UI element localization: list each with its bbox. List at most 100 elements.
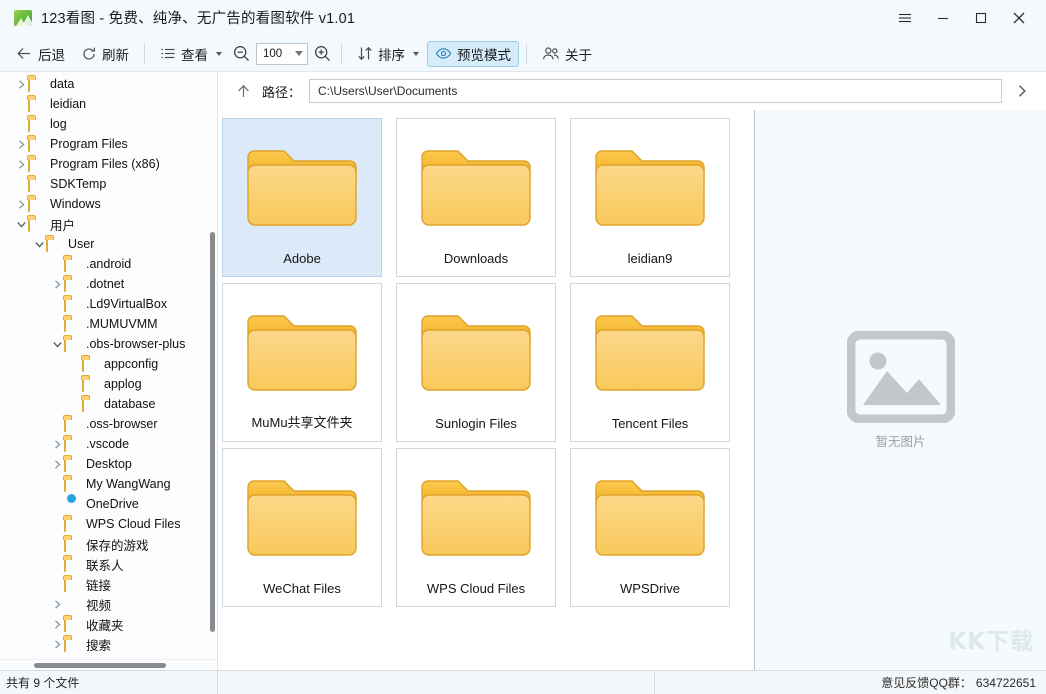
file-tile[interactable]: WPS Cloud Files — [396, 448, 556, 607]
tree-item-appconfig[interactable]: appconfig — [0, 354, 217, 374]
chevron-right-icon[interactable] — [50, 594, 64, 614]
chevron-right-icon[interactable] — [50, 274, 64, 294]
close-icon[interactable] — [1000, 0, 1038, 36]
twisty-empty — [50, 534, 64, 554]
back-button[interactable]: 后退 — [8, 41, 73, 67]
file-tile[interactable]: Tencent Files — [570, 283, 730, 442]
tree-item-database[interactable]: database — [0, 394, 217, 414]
sidebar-horizontal-scrollbar[interactable] — [0, 659, 217, 670]
chevron-right-icon[interactable] — [50, 634, 64, 654]
chevron-down-icon[interactable] — [216, 51, 222, 56]
tree-item-联系人[interactable]: 联系人 — [0, 554, 217, 574]
chevron-down-icon[interactable] — [413, 51, 419, 56]
tree-item-WPS Cloud Files[interactable]: WPS Cloud Files — [0, 514, 217, 534]
toolbar-separator-2 — [341, 43, 342, 64]
tree-item-链接[interactable]: 链接 — [0, 574, 217, 594]
folder-icon — [64, 516, 80, 532]
tree-item-leidian[interactable]: leidian — [0, 94, 217, 114]
file-tile[interactable]: Downloads — [396, 118, 556, 277]
eye-icon — [435, 46, 452, 61]
tree-item-.dotnet[interactable]: .dotnet — [0, 274, 217, 294]
tree-item-.MUMUVMM[interactable]: .MUMUVMM — [0, 314, 217, 334]
tree-item-OneDrive[interactable]: OneDrive — [0, 494, 217, 514]
tree-item-label: 联系人 — [86, 558, 124, 573]
tree-item-.obs-browser-plus[interactable]: .obs-browser-plus — [0, 334, 217, 354]
folder-icon — [82, 356, 98, 372]
chevron-down-icon[interactable] — [295, 51, 303, 56]
chevron-right-icon[interactable] — [14, 134, 28, 154]
sidebar-vertical-scrollbar[interactable] — [210, 232, 215, 632]
chevron-right-icon[interactable] — [14, 74, 28, 94]
file-tile-label: Downloads — [443, 251, 509, 266]
preview-mode-button[interactable]: 预览模式 — [427, 40, 519, 67]
folder-icon — [64, 416, 80, 432]
tree-item-Windows[interactable]: Windows — [0, 194, 217, 214]
zoom-value: 100 — [263, 47, 283, 60]
about-button[interactable]: 关于 — [534, 41, 600, 67]
tree-item-User[interactable]: User — [0, 234, 217, 254]
tree-item-.oss-browser[interactable]: .oss-browser — [0, 414, 217, 434]
tree-item-用户[interactable]: 用户 — [0, 214, 217, 234]
sidebar: data leidian log Program Files Program Files… — [0, 72, 218, 670]
folder-icon — [64, 456, 80, 472]
tree-item-视频[interactable]: 视频 — [0, 594, 217, 614]
file-tile[interactable]: leidian9 — [570, 118, 730, 277]
tree-item-applog[interactable]: applog — [0, 374, 217, 394]
chevron-down-icon[interactable] — [50, 334, 64, 354]
chevron-right-icon[interactable] — [14, 154, 28, 174]
folder-icon — [64, 276, 80, 292]
tree-item-SDKTemp[interactable]: SDKTemp — [0, 174, 217, 194]
tree-item-log[interactable]: log — [0, 114, 217, 134]
file-tile[interactable]: MuMu共享文件夹 — [222, 283, 382, 442]
tree-item-Program Files (x86)[interactable]: Program Files (x86) — [0, 154, 217, 174]
zoom-out-icon[interactable] — [232, 44, 251, 63]
tree-item-label: database — [104, 397, 156, 411]
zoom-select[interactable]: 100 — [256, 42, 308, 65]
file-tile[interactable]: Sunlogin Files — [396, 283, 556, 442]
tree-item-Program Files[interactable]: Program Files — [0, 134, 217, 154]
tree-item-.Ld9VirtualBox[interactable]: .Ld9VirtualBox — [0, 294, 217, 314]
view-button-label: 查看 — [181, 47, 208, 63]
menu-icon[interactable] — [886, 0, 924, 36]
sort-button[interactable]: 排序 — [349, 41, 427, 67]
folder-icon — [28, 196, 44, 212]
folder-icon — [28, 176, 44, 192]
folder-icon — [594, 143, 706, 229]
file-tile[interactable]: Adobe — [222, 118, 382, 277]
chevron-right-icon[interactable] — [14, 194, 28, 214]
toolbar-separator-1 — [144, 43, 145, 64]
tree-item-收藏夹[interactable]: 收藏夹 — [0, 614, 217, 634]
chevron-right-icon[interactable] — [1008, 77, 1036, 105]
file-tile[interactable]: WeChat Files — [222, 448, 382, 607]
folder-tree[interactable]: data leidian log Program Files Program Files… — [0, 72, 217, 659]
chevron-right-icon[interactable] — [50, 434, 64, 454]
tree-item-.vscode[interactable]: .vscode — [0, 434, 217, 454]
tree-item-label: log — [50, 117, 67, 131]
tree-item-Desktop[interactable]: Desktop — [0, 454, 217, 474]
folder-icon — [64, 616, 80, 632]
tree-item-My WangWang[interactable]: My WangWang — [0, 474, 217, 494]
chevron-down-icon[interactable] — [32, 234, 46, 254]
tree-item-label: .obs-browser-plus — [86, 337, 186, 351]
minimize-icon[interactable] — [924, 0, 962, 36]
tree-item-data[interactable]: data — [0, 74, 217, 94]
tree-item-.android[interactable]: .android — [0, 254, 217, 274]
chevron-down-icon[interactable] — [14, 214, 28, 234]
chevron-right-icon[interactable] — [50, 614, 64, 634]
view-button[interactable]: 查看 — [152, 41, 230, 67]
arrow-up-icon[interactable] — [232, 80, 254, 102]
chevron-right-icon[interactable] — [50, 454, 64, 474]
zoom-in-icon[interactable] — [313, 44, 332, 63]
tree-item-label: OneDrive — [86, 497, 139, 511]
file-tile[interactable]: WPSDrive — [570, 448, 730, 607]
folder-icon — [64, 336, 80, 352]
tree-item-label: appconfig — [104, 357, 159, 371]
refresh-button[interactable]: 刷新 — [73, 41, 137, 67]
maximize-icon[interactable] — [962, 0, 1000, 36]
file-grid[interactable]: Adobe Downloads leidian9 MuMu共享文件夹 Sunlogin … — [220, 118, 754, 607]
tree-item-保存的游戏[interactable]: 保存的游戏 — [0, 534, 217, 554]
tree-item-搜索[interactable]: 搜索 — [0, 634, 217, 654]
path-label: 路径： — [262, 84, 302, 100]
twisty-empty — [14, 94, 28, 114]
path-input[interactable]: C:\Users\User\Documents — [309, 79, 1002, 103]
